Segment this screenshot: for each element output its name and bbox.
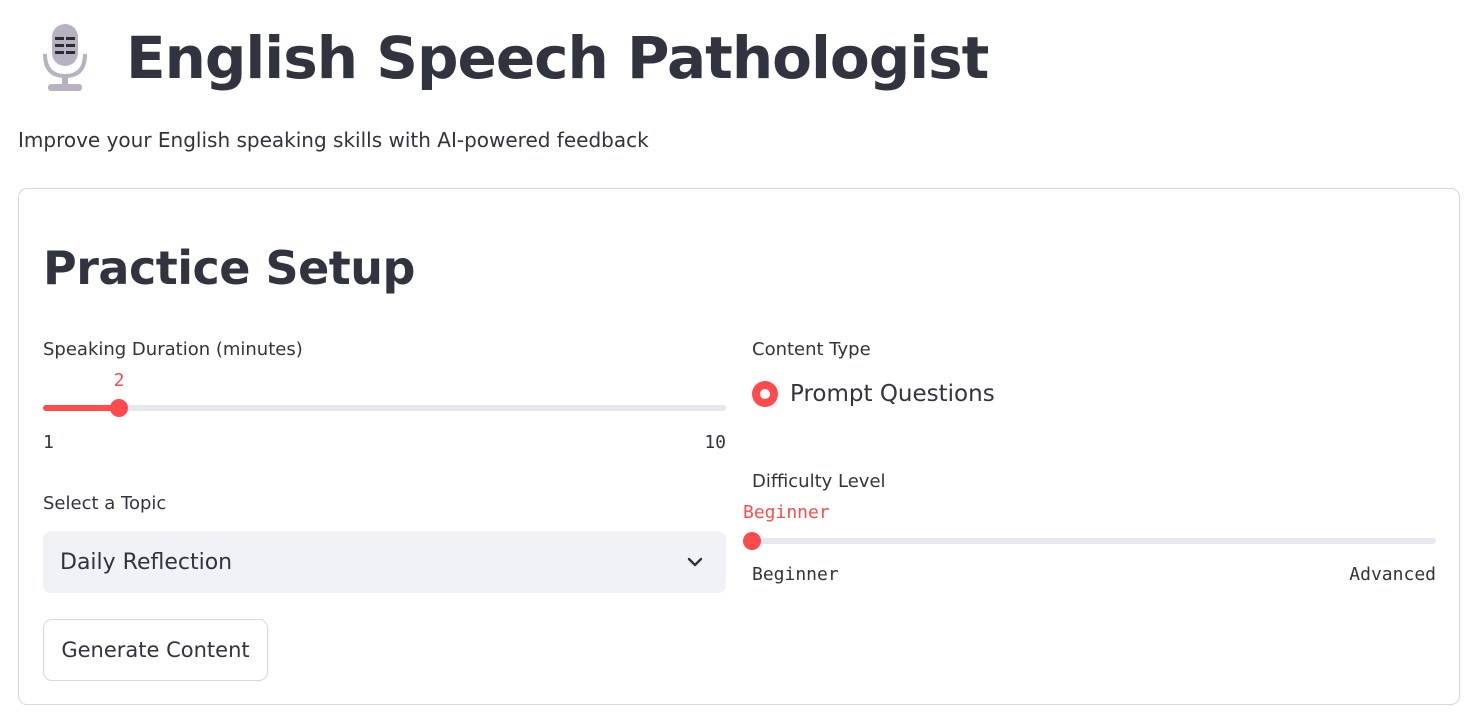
duration-value: 2: [113, 370, 125, 391]
radio-selected-icon[interactable]: [752, 381, 778, 407]
page-header: English Speech Pathologist: [40, 16, 989, 100]
content-type-label: Content Type: [752, 339, 871, 360]
page-title: English Speech Pathologist: [126, 24, 989, 92]
difficulty-min: Beginner: [752, 564, 839, 585]
duration-slider-fill: [43, 405, 119, 411]
difficulty-value: Beginner: [743, 502, 830, 523]
radio-option-prompt-questions[interactable]: Prompt Questions: [752, 381, 995, 407]
topic-select[interactable]: Daily Reflection: [43, 531, 726, 593]
duration-max: 10: [704, 432, 726, 453]
duration-slider[interactable]: [43, 399, 726, 417]
section-title: Practice Setup: [43, 241, 415, 295]
radio-option-label: Prompt Questions: [790, 381, 995, 407]
chevron-down-icon: [687, 557, 703, 567]
app-root: English Speech Pathologist Improve your …: [0, 0, 1464, 722]
duration-min: 1: [43, 432, 54, 453]
practice-setup-card: Practice Setup Speaking Duration (minute…: [18, 188, 1460, 705]
topic-label: Select a Topic: [43, 493, 167, 514]
difficulty-slider[interactable]: [743, 532, 1436, 550]
duration-slider-thumb[interactable]: [110, 399, 128, 417]
microphone-icon: [43, 24, 87, 91]
generate-content-button[interactable]: Generate Content: [43, 619, 268, 681]
difficulty-label: Difficulty Level: [752, 471, 886, 492]
duration-label: Speaking Duration (minutes): [43, 339, 303, 360]
difficulty-slider-thumb[interactable]: [743, 532, 761, 550]
page-subtitle: Improve your English speaking skills wit…: [18, 128, 649, 152]
topic-selected-value: Daily Reflection: [60, 549, 233, 575]
difficulty-max: Advanced: [1349, 564, 1436, 585]
